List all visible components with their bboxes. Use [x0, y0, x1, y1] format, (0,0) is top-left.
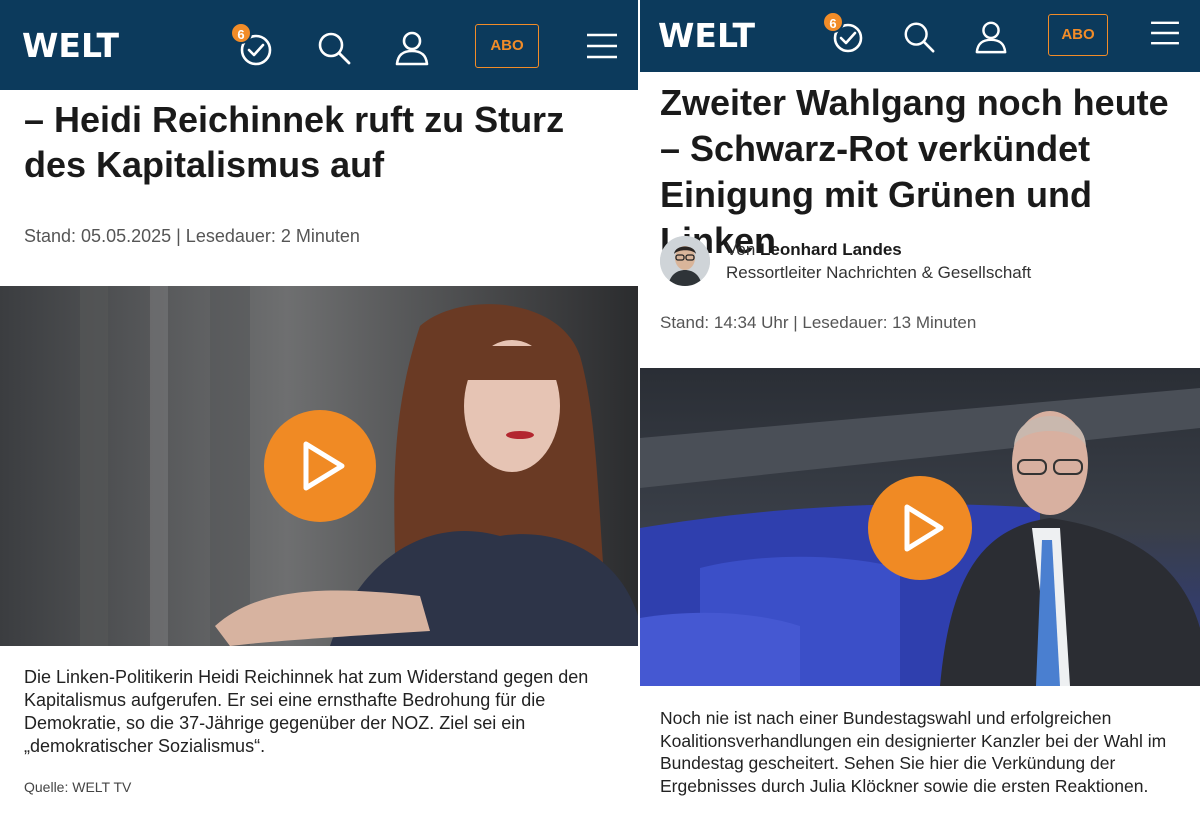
welt-logo[interactable]: WELT: [658, 16, 755, 55]
author-prefix: Von: [726, 240, 756, 259]
video-source: Quelle: WELT TV: [24, 779, 132, 795]
article-meta: Stand: 05.05.2025 | Lesedauer: 2 Minuten: [24, 226, 360, 246]
article-headline: – Heidi Reichinnek ruft zu Sturz des Kap…: [24, 99, 565, 185]
search-icon[interactable]: [316, 30, 352, 66]
right-screenshot: WELT 6 ABO Zweiter Wahlgang noch heute –…: [640, 0, 1200, 813]
left-screenshot: WELT 6 ABO – Heidi Reichinnek ruft zu St…: [0, 0, 638, 813]
menu-icon[interactable]: [586, 32, 618, 60]
top-navigation-bar: WELT 6 ABO: [0, 0, 638, 90]
play-icon: [303, 441, 345, 491]
author-role: Ressortleiter Nachrichten & Gesellschaft: [726, 263, 1032, 282]
video-player[interactable]: [640, 368, 1200, 686]
article-meta: Stand: 14:34 Uhr | Lesedauer: 13 Minuten: [660, 313, 977, 332]
author-link[interactable]: Leonhard Landes: [760, 240, 902, 259]
notification-badge: 6: [230, 22, 252, 44]
user-icon[interactable]: [394, 30, 430, 66]
article-headline: Zweiter Wahlgang noch heute – Schwarz-Ro…: [660, 82, 1169, 261]
menu-icon[interactable]: [1150, 20, 1180, 46]
top-navigation-bar: WELT 6 ABO: [640, 0, 1200, 72]
abo-button[interactable]: ABO: [1048, 14, 1108, 56]
abo-button[interactable]: ABO: [475, 24, 539, 68]
user-icon[interactable]: [974, 20, 1008, 54]
search-icon[interactable]: [902, 20, 936, 54]
author-avatar[interactable]: [660, 236, 710, 286]
video-player[interactable]: [0, 286, 638, 646]
play-button[interactable]: [868, 476, 972, 580]
welt-logo[interactable]: WELT: [22, 26, 119, 65]
notification-badge: 6: [822, 11, 844, 33]
author-name: Von Leonhard Landes: [726, 240, 902, 260]
article-summary: Die Linken-Politikerin Heidi Reichinnek …: [24, 667, 589, 756]
play-button[interactable]: [264, 410, 376, 522]
article-summary: Noch nie ist nach einer Bundestagswahl u…: [660, 708, 1167, 796]
play-icon: [904, 504, 944, 552]
